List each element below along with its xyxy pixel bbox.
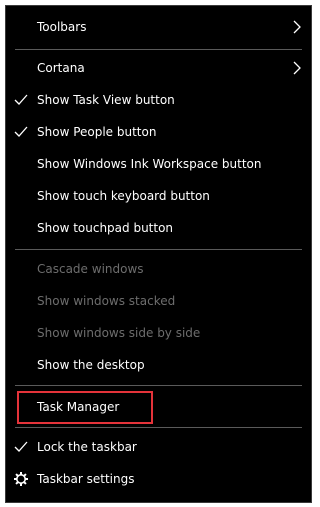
menu-item-label: Show windows side by side [37, 326, 201, 340]
menu-item-cortana[interactable]: Cortana [6, 52, 311, 84]
menu-item-label: Show touch keyboard button [37, 189, 210, 203]
menu-item-show-desktop[interactable]: Show the desktop [6, 349, 311, 381]
menu-item-taskbar-settings[interactable]: Taskbar settings [6, 463, 311, 495]
menu-item-show-task-view[interactable]: Show Task View button [6, 84, 311, 116]
menu-item-label: Show Windows Ink Workspace button [37, 157, 262, 171]
menu-item-cascade-windows: Cascade windows [6, 253, 311, 285]
menu-item-label: Show People button [37, 125, 157, 139]
taskbar-context-menu: Toolbars Cortana Show Task View button S… [0, 0, 317, 507]
chevron-right-icon [293, 61, 301, 75]
menu-item-label: Lock the taskbar [37, 440, 137, 454]
gear-icon [14, 472, 28, 486]
menu-item-label: Taskbar settings [37, 472, 135, 486]
menu-item-label: Show Task View button [37, 93, 175, 107]
menu-item-lock-taskbar[interactable]: Lock the taskbar [6, 431, 311, 463]
menu-item-show-windows-stacked: Show windows stacked [6, 285, 311, 317]
menu-item-label: Show touchpad button [37, 221, 174, 235]
menu-item-show-windows-ink[interactable]: Show Windows Ink Workspace button [6, 148, 311, 180]
menu-frame: Toolbars Cortana Show Task View button S… [5, 5, 312, 503]
checkmark-icon [14, 126, 28, 137]
menu-item-label: Show windows stacked [37, 294, 176, 308]
menu-item-show-people[interactable]: Show People button [6, 116, 311, 148]
menu-separator [15, 427, 302, 428]
menu-item-label: Task Manager [37, 400, 120, 414]
menu-item-show-touchpad[interactable]: Show touchpad button [6, 212, 311, 244]
menu-item-label: Cascade windows [37, 262, 144, 276]
menu-separator [15, 249, 302, 250]
menu-item-task-manager[interactable]: Task Manager [6, 391, 311, 423]
menu-item-label: Toolbars [37, 20, 87, 34]
menu-separator [15, 49, 302, 50]
menu-item-show-windows-side-by-side: Show windows side by side [6, 317, 311, 349]
chevron-right-icon [293, 20, 301, 34]
menu-item-label: Cortana [37, 61, 85, 75]
checkmark-icon [14, 94, 28, 105]
menu-item-show-touch-keyboard[interactable]: Show touch keyboard button [6, 180, 311, 212]
menu-item-toolbars[interactable]: Toolbars [6, 11, 311, 43]
menu-item-label: Show the desktop [37, 358, 145, 372]
checkmark-icon [14, 441, 28, 452]
menu-separator [15, 385, 302, 386]
